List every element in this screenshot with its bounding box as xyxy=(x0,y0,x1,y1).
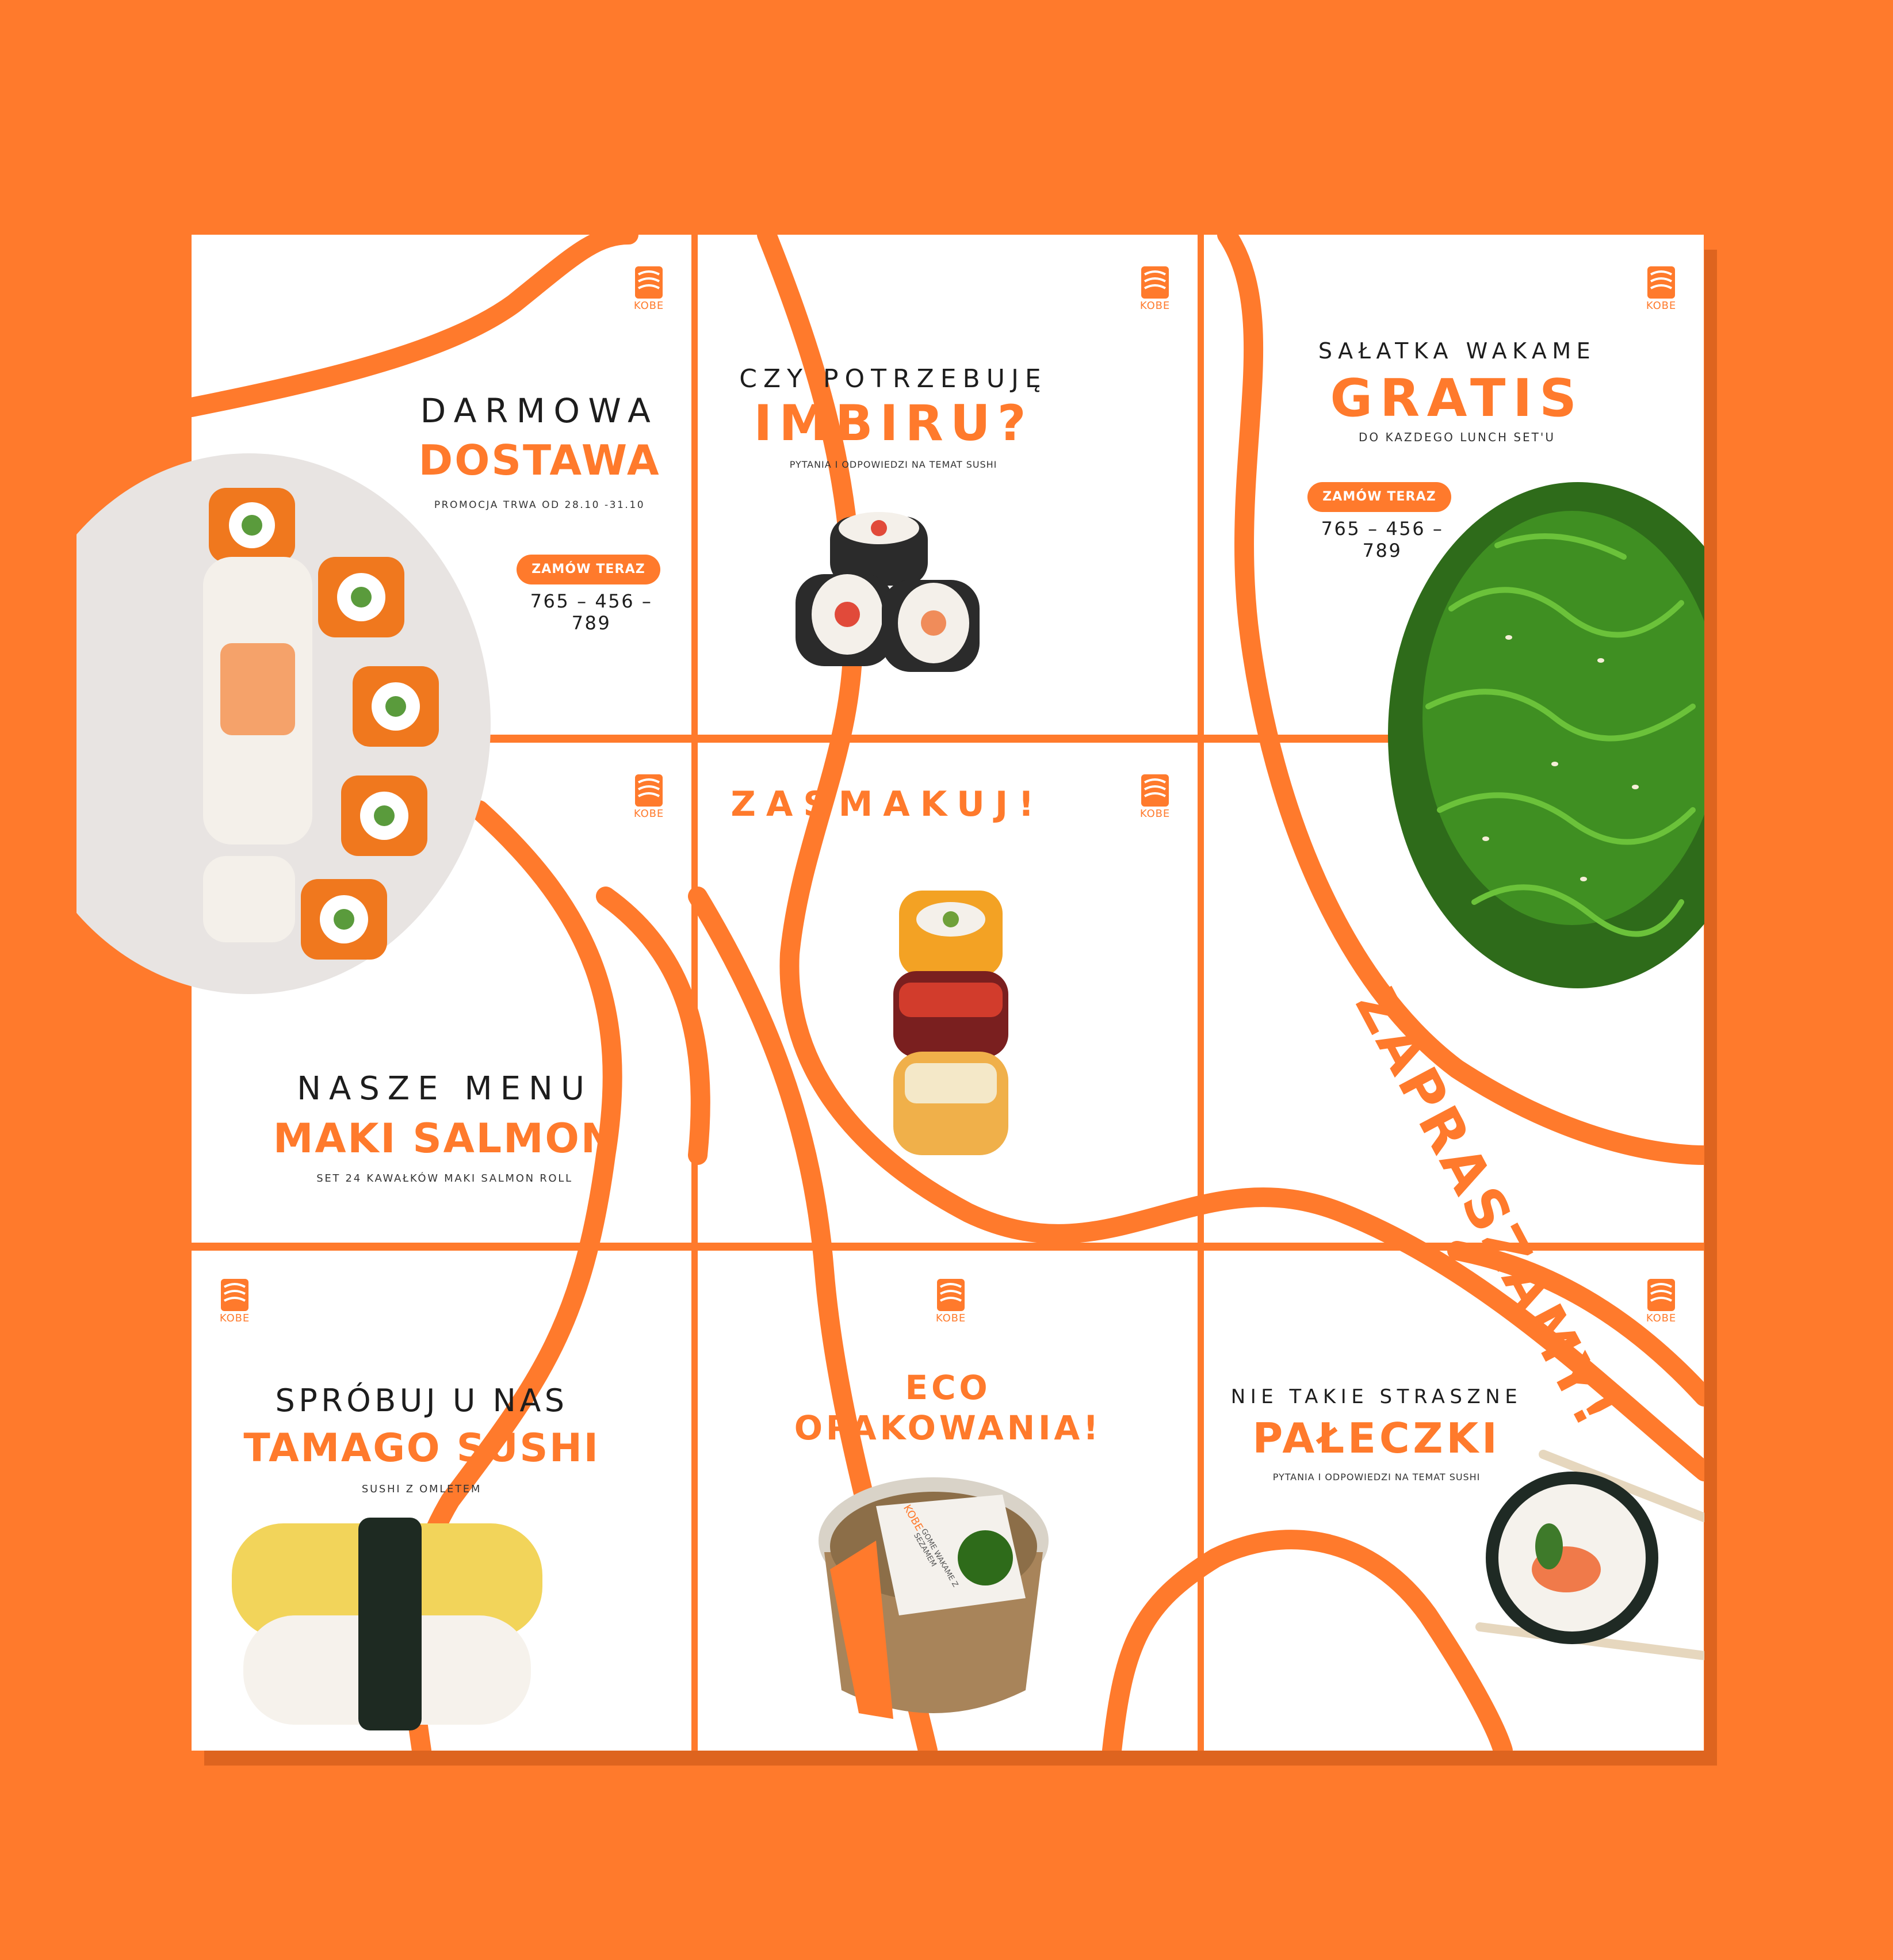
t7-sub: SUSHI Z OMLETEM xyxy=(361,1483,482,1495)
post-grid: KOBE DARMOWA DOSTAWA PROMOCJA TRWA OD 28… xyxy=(77,235,1704,1751)
t4-sub: SET 24 KAWAŁKÓW MAKI SALMON ROLL xyxy=(316,1172,573,1185)
kobe-logo-text: KOBE xyxy=(219,1312,250,1324)
t7-line1: SPRÓBUJ U NAS xyxy=(275,1382,568,1419)
t2-line1: CZY POTRZEBUJĘ xyxy=(739,364,1047,393)
t2-line2: IMBIRU? xyxy=(754,395,1033,452)
eco-packaging-image: KOBE GOME WAKAME Z SEZAMEM xyxy=(813,1472,1054,1725)
kobe-logo: KOBE xyxy=(1644,1279,1678,1324)
t4-line1: NASZE MENU xyxy=(297,1070,592,1107)
kobe-logo: KOBE xyxy=(632,774,666,820)
kobe-logo-text: KOBE xyxy=(935,1312,966,1324)
sushi-plate-image xyxy=(77,453,491,994)
kobe-logo-text: KOBE xyxy=(1139,808,1171,820)
kobe-logo-text: KOBE xyxy=(1646,300,1677,312)
t3-line2: GRATIS xyxy=(1330,368,1584,429)
kobe-logo-icon xyxy=(635,774,663,807)
order-now-button[interactable]: ZAMÓW TERAZ xyxy=(517,555,660,584)
kobe-logo: KOBE xyxy=(1138,774,1172,820)
eco-container-icon xyxy=(819,1477,1049,1719)
roll-with-chopsticks-image xyxy=(1475,1450,1704,1660)
kobe-logo-text: KOBE xyxy=(1139,300,1171,312)
kobe-logo-icon xyxy=(635,266,663,299)
kobe-logo-icon xyxy=(937,1279,965,1311)
kobe-logo-text: KOBE xyxy=(633,300,664,312)
t4-line2: MAKI SALMON xyxy=(273,1115,617,1162)
kobe-logo: KOBE xyxy=(217,1279,252,1324)
t9-line1: NIE TAKIE STRASZNE xyxy=(1230,1385,1523,1408)
kobe-logo-icon xyxy=(1141,774,1169,807)
t3-line1: SAŁATKA WAKAME xyxy=(1318,338,1596,364)
t1-line1: DARMOWA xyxy=(420,391,659,430)
uramaki-stack-image xyxy=(893,891,1008,1155)
t7-line2: TAMAGO SUSHI xyxy=(243,1426,600,1471)
kobe-logo-icon xyxy=(1647,1279,1675,1311)
wakame-salad-image xyxy=(1388,482,1704,988)
kobe-logo-icon xyxy=(1647,266,1675,299)
t5-line1: ZASMAKUJ! xyxy=(731,784,1045,824)
t8-line1: ECO xyxy=(905,1368,991,1407)
kobe-logo: KOBE xyxy=(1138,266,1172,312)
t2-sub: PYTANIA I ODPOWIEDZI NA TEMAT SUSHI xyxy=(789,459,997,470)
kobe-logo: KOBE xyxy=(1644,266,1678,312)
tamago-sushi-image xyxy=(232,1518,542,1730)
kobe-logo-icon xyxy=(1141,266,1169,299)
kobe-logo-text: KOBE xyxy=(1646,1312,1677,1324)
kobe-logo-icon xyxy=(221,1279,248,1311)
t3-sub: DO KAZDEGO LUNCH SET'U xyxy=(1358,430,1556,444)
t8-line2: OPAKOWANIA! xyxy=(794,1408,1102,1447)
t1-phone: 765 – 456 – 789 xyxy=(530,590,653,634)
kobe-logo: KOBE xyxy=(934,1279,968,1324)
maki-rolls-image xyxy=(796,512,980,672)
kobe-logo: KOBE xyxy=(632,266,666,312)
kobe-logo-text: KOBE xyxy=(633,808,664,820)
